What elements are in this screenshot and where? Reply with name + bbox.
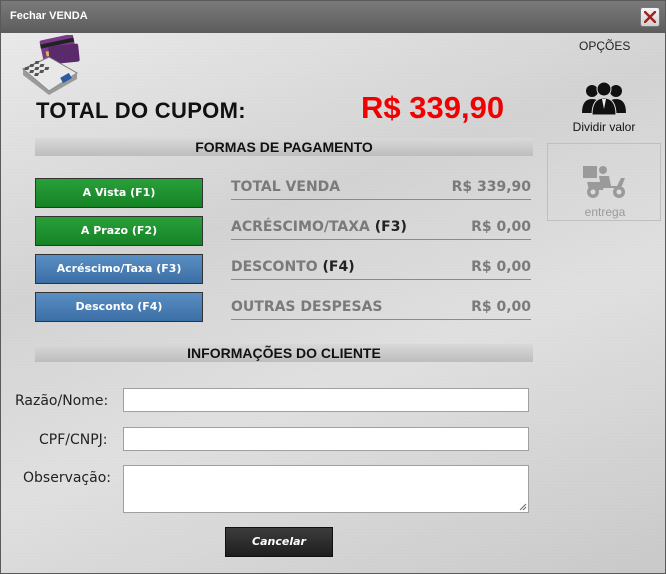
summary-label: DESCONTO (F4) bbox=[231, 259, 355, 275]
group-people-icon bbox=[582, 81, 626, 115]
total-label: TOTAL DO CUPOM: bbox=[36, 98, 246, 123]
delivery-label: entrega bbox=[584, 205, 626, 219]
summary-label: ACRÉSCIMO/TAXA (F3) bbox=[231, 219, 407, 235]
main-content: TOTAL DO CUPOM: R$ 339,90 FORMAS DE PAGA… bbox=[1, 33, 665, 573]
title-bar: Fechar VENDA bbox=[1, 1, 665, 33]
split-value-button[interactable]: Dividir valor bbox=[547, 73, 661, 139]
summary-row-discount: DESCONTO (F4) R$ 0,00 bbox=[231, 259, 531, 280]
close-sale-window: Fechar VENDA TOTAL DO CUPOM: R$ 339,90 F… bbox=[0, 0, 666, 574]
options-panel: Dividir valor entrega bbox=[547, 73, 661, 221]
document-label: CPF/CNPJ: bbox=[39, 432, 108, 448]
summary-value: R$ 0,00 bbox=[471, 259, 531, 275]
summary-label: TOTAL VENDA bbox=[231, 179, 341, 195]
client-info-header: INFORMAÇÕES DO CLIENTE bbox=[35, 344, 533, 362]
summary-row-surcharge: ACRÉSCIMO/TAXA (F3) R$ 0,00 bbox=[231, 219, 531, 240]
delivery-button[interactable]: entrega bbox=[547, 143, 661, 221]
summary-row-other-expenses: OUTRAS DESPESAS R$ 0,00 bbox=[231, 299, 531, 320]
close-button[interactable] bbox=[640, 7, 660, 27]
observation-label: Observação: bbox=[23, 470, 111, 486]
payment-methods-header: FORMAS DE PAGAMENTO bbox=[35, 138, 533, 156]
delivery-scooter-icon bbox=[583, 166, 625, 198]
name-input[interactable] bbox=[123, 388, 529, 412]
credit-payment-button[interactable]: A Prazo (F2) bbox=[35, 216, 203, 246]
total-value: R$ 339,90 bbox=[361, 90, 505, 125]
split-value-label: Dividir valor bbox=[572, 120, 636, 134]
summary-value: R$ 0,00 bbox=[471, 299, 531, 315]
card-machine-icon bbox=[22, 35, 80, 95]
summary-value: R$ 339,90 bbox=[451, 179, 531, 195]
observation-textarea[interactable] bbox=[123, 465, 529, 513]
name-label: Razão/Nome: bbox=[15, 393, 109, 409]
cancel-button[interactable]: Cancelar bbox=[225, 527, 333, 557]
window-title: Fechar VENDA bbox=[10, 10, 88, 22]
cash-payment-button[interactable]: A Vista (F1) bbox=[35, 178, 203, 208]
close-icon bbox=[644, 11, 656, 23]
discount-button[interactable]: Desconto (F4) bbox=[35, 292, 203, 322]
summary-value: R$ 0,00 bbox=[471, 219, 531, 235]
document-input[interactable] bbox=[123, 427, 529, 451]
resize-grip-icon[interactable] bbox=[519, 503, 527, 511]
summary-label: OUTRAS DESPESAS bbox=[231, 299, 383, 315]
options-title: OPÇÕES bbox=[579, 39, 631, 53]
summary-row-total: TOTAL VENDA R$ 339,90 bbox=[231, 179, 531, 200]
surcharge-button[interactable]: Acréscimo/Taxa (F3) bbox=[35, 254, 203, 284]
